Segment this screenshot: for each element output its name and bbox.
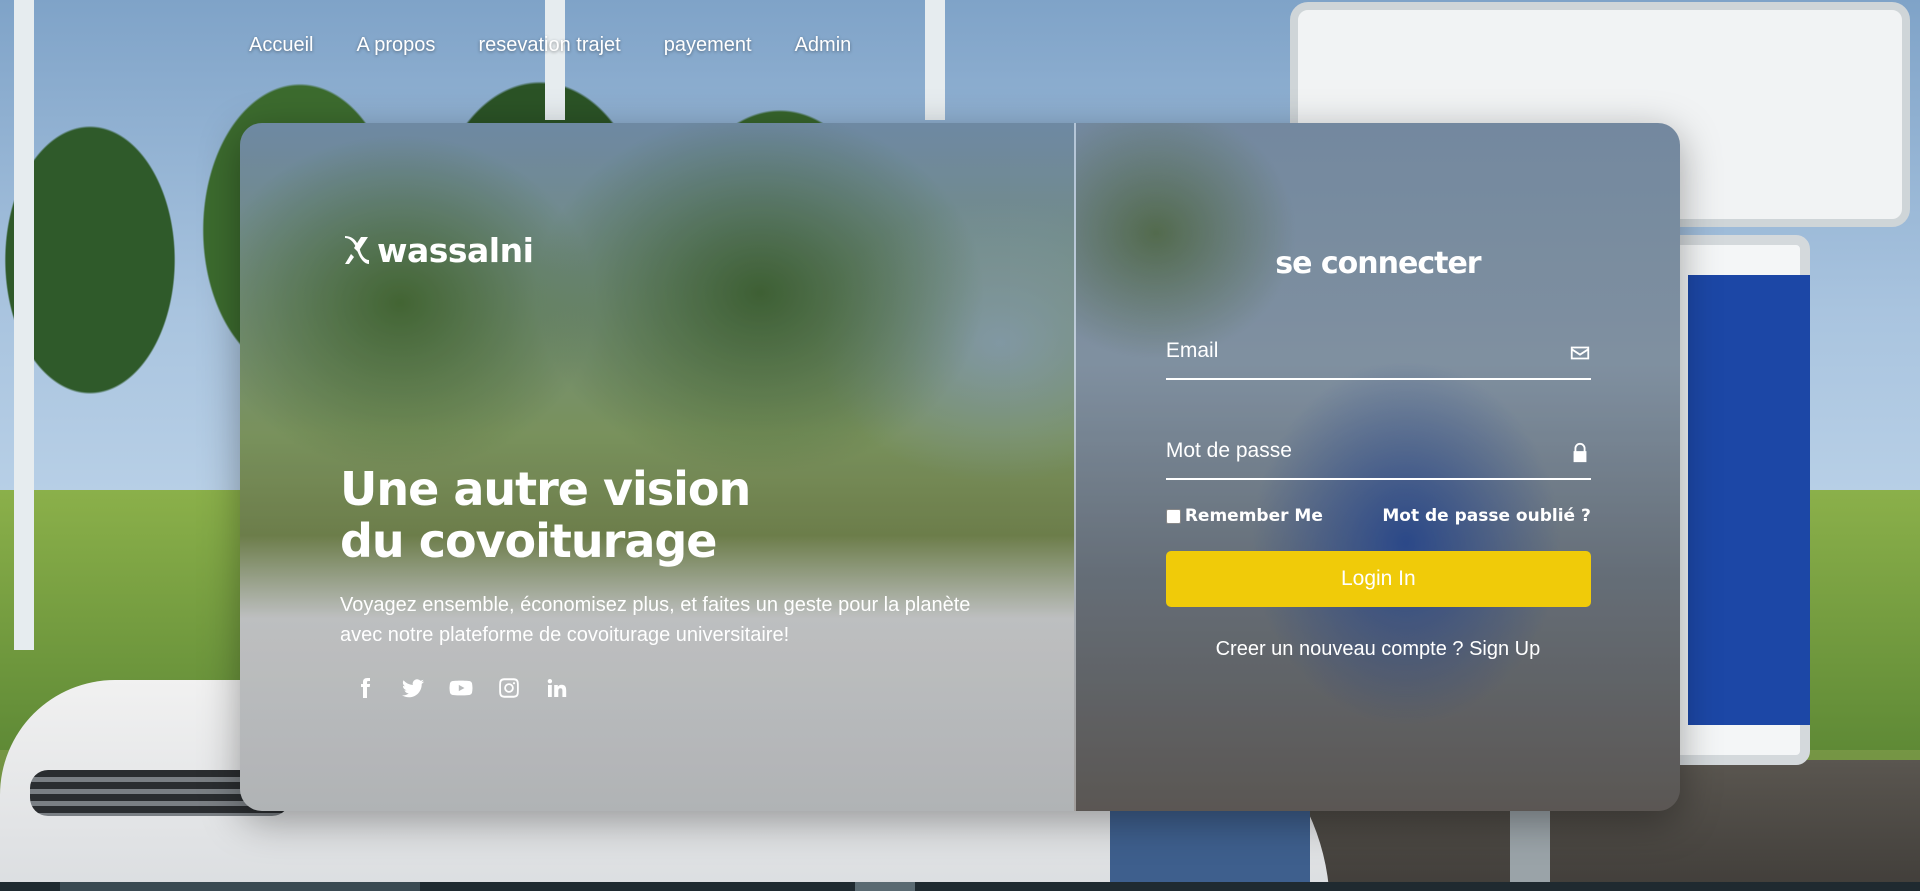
nav-item-a-propos[interactable]: A propos	[356, 34, 435, 57]
facebook-icon[interactable]	[353, 676, 377, 700]
signup-row: Creer un nouveau compte ? Sign Up	[1076, 638, 1680, 661]
hero-title: Une autre vision du covoiturage	[340, 462, 751, 568]
signup-prompt: Creer un nouveau compte ?	[1215, 638, 1470, 660]
nav-item-payement[interactable]: payement	[664, 34, 752, 57]
login-button[interactable]: Login In	[1165, 551, 1591, 607]
signup-link[interactable]: Sign Up	[1469, 638, 1540, 660]
hero-panel: wassalni Une autre vision du covoiturage…	[240, 123, 1074, 811]
hero-title-line-2: du covoiturage	[340, 514, 718, 568]
twitter-icon[interactable]	[401, 676, 425, 700]
social-links	[353, 676, 569, 700]
brand-logo[interactable]: wassalni	[343, 231, 534, 270]
background-pole	[14, 0, 34, 650]
envelope-icon	[1569, 342, 1591, 364]
login-card: wassalni Une autre vision du covoiturage…	[240, 123, 1680, 811]
taskbar	[0, 882, 1920, 891]
taskbar-segment	[60, 882, 420, 891]
login-title: se connecter	[1275, 246, 1481, 281]
password-input[interactable]	[1165, 428, 1546, 474]
hero-description: Voyagez ensemble, économisez plus, et fa…	[340, 594, 971, 646]
email-input[interactable]	[1165, 328, 1546, 374]
password-field	[1165, 428, 1591, 480]
nav-item-accueil[interactable]: Accueil	[249, 34, 313, 57]
background-pole	[925, 0, 945, 120]
remember-me-label: Remember Me	[1184, 506, 1323, 526]
nav-item-admin[interactable]: Admin	[795, 34, 852, 57]
remember-me[interactable]: Remember Me	[1165, 506, 1323, 526]
remember-me-checkbox[interactable]	[1165, 508, 1181, 524]
login-options: Remember Me Mot de passe oublié ?	[1165, 506, 1591, 526]
forgot-password-link[interactable]: Mot de passe oublié ?	[1382, 506, 1591, 526]
lock-icon	[1569, 442, 1591, 464]
background-parking-sign	[1660, 235, 1810, 765]
youtube-icon[interactable]	[449, 676, 473, 700]
instagram-icon[interactable]	[497, 676, 521, 700]
login-panel: se connecter Remember Me Mot de passe ou…	[1073, 123, 1680, 811]
linkedin-icon[interactable]	[545, 676, 569, 700]
nav-item-reservation-trajet[interactable]: resevation trajet	[478, 34, 620, 57]
x-swoosh-logo-icon	[343, 234, 371, 268]
taskbar-segment	[855, 882, 915, 891]
email-field	[1165, 328, 1591, 380]
hero-title-line-1: Une autre vision	[340, 462, 751, 516]
top-nav: Accueil A propos resevation trajet payem…	[249, 34, 851, 57]
brand-name: wassalni	[377, 231, 534, 270]
background-pole	[545, 0, 565, 120]
